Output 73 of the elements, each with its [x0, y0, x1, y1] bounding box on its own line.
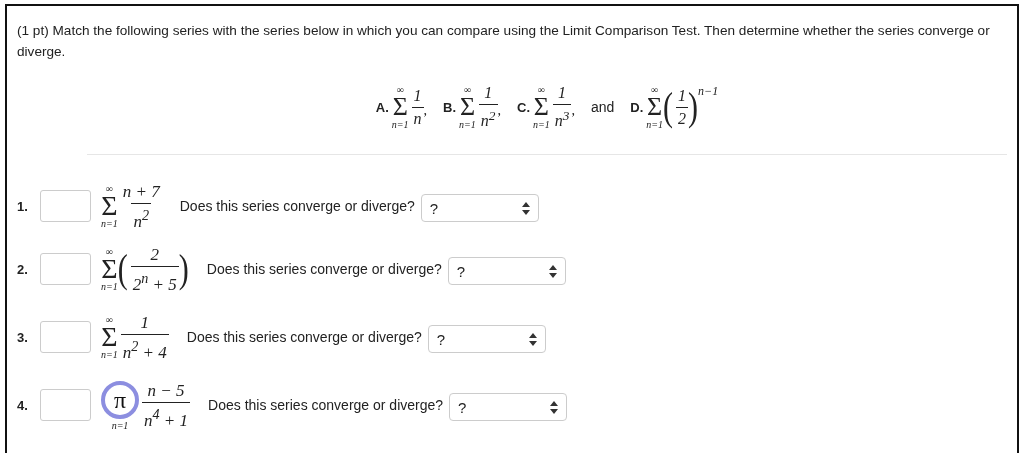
problem-number: 4.: [17, 397, 29, 413]
fraction-denominator: 2$^{n}$ + 5: [130, 265, 179, 294]
up-down-arrows-icon: [548, 264, 557, 278]
sum-lower-limit: n=1: [646, 119, 664, 131]
sum-symbol: Σ: [533, 95, 549, 120]
fraction-numerator: 1: [412, 86, 423, 106]
fraction-numerator: 1: [139, 313, 151, 334]
sum-lower-limit: n=1: [459, 119, 476, 131]
sum-symbol: Σ: [101, 257, 118, 282]
sum-upper-limit: ∞: [537, 84, 545, 96]
sum-upper-limit: ∞: [463, 84, 472, 96]
converge-select[interactable]: ?: [427, 325, 546, 354]
sum-upper-limit: ∞: [105, 246, 113, 258]
sum-lower-limit: n=1: [391, 119, 409, 131]
fraction-denominator: n$^{2}$ + 4: [120, 333, 169, 362]
question-text: Does this series converge or diverge?: [186, 329, 422, 346]
sum-upper-limit: ∞: [105, 314, 113, 326]
connector-text: and: [590, 99, 615, 116]
answer-field[interactable]: [40, 190, 91, 223]
sum-symbol: Σ: [101, 325, 118, 350]
question-text: Does this series converge or diverge?: [179, 198, 415, 215]
answer-field[interactable]: [40, 253, 91, 286]
sum-symbol: Σ: [647, 95, 663, 120]
instructions-text: (1 pt) Match the following series with the series below in which you can compare using the Limit Comparison Test. Then determine whether the series converge or diverge.: [17, 22, 991, 61]
question-text: Does this series converge or diverge?: [206, 261, 442, 278]
question-text: Does this series converge or diverge?: [208, 397, 444, 414]
sum-lower-limit: n=1: [101, 349, 118, 361]
converge-select[interactable]: ?: [449, 393, 568, 422]
sum-lower-limit: n=1: [533, 119, 550, 131]
sum-symbol: Σ: [392, 95, 408, 120]
fraction-denominator: n$^{4}$ + 1: [142, 401, 191, 430]
up-down-arrows-icon: [550, 400, 559, 414]
sum-lower-limit: n=1: [101, 218, 118, 230]
fraction-numerator: n − 5: [146, 381, 186, 402]
answer-field[interactable]: [40, 321, 91, 354]
option-label: C.: [517, 99, 530, 115]
option-label: B.: [443, 99, 457, 115]
sum-lower-limit: n=1: [111, 419, 129, 431]
sum-lower-limit: n=1: [101, 281, 118, 293]
fraction-denominator: n$^{2}$: [478, 104, 498, 131]
up-down-arrows-icon: [528, 332, 537, 346]
sum-symbol: Σ: [459, 95, 476, 120]
sum-upper-limit: ∞: [396, 84, 404, 96]
converge-select[interactable]: ?: [420, 194, 539, 223]
converge-select[interactable]: ?: [447, 257, 566, 286]
fraction-denominator: n$^{3}$: [552, 104, 572, 131]
fraction-numerator: 1: [677, 86, 688, 106]
fraction-numerator: n + 7: [121, 182, 162, 203]
sum-upper-limit: ∞: [105, 183, 113, 195]
equation-editor-button[interactable]: π: [101, 380, 139, 419]
fraction-denominator: n$^{2}$: [131, 202, 152, 231]
fraction-denominator: 2: [676, 106, 689, 128]
option-label: A.: [375, 99, 389, 115]
problem-number: 1.: [17, 198, 29, 214]
fraction-numerator: 1: [557, 84, 568, 103]
open-parenthesis: (: [663, 84, 674, 130]
option-label: D.: [630, 99, 644, 115]
answer-field[interactable]: [40, 389, 91, 422]
exponent: n−1: [698, 84, 719, 99]
fraction-denominator: n: [411, 106, 424, 128]
comma: ,: [571, 103, 575, 120]
comma: ,: [423, 103, 428, 120]
problem-number: 2.: [17, 261, 29, 277]
close-parenthesis: ): [688, 84, 699, 130]
close-parenthesis: ): [178, 246, 189, 293]
comma: ,: [497, 103, 501, 120]
open-parenthesis: (: [117, 246, 128, 293]
problem-number: 3.: [17, 329, 29, 345]
fraction-numerator: 2: [149, 245, 161, 266]
fraction-numerator: 1: [483, 84, 494, 103]
up-down-arrows-icon: [521, 201, 530, 215]
sum-symbol: Σ: [101, 194, 118, 219]
sum-upper-limit: ∞: [651, 84, 659, 96]
